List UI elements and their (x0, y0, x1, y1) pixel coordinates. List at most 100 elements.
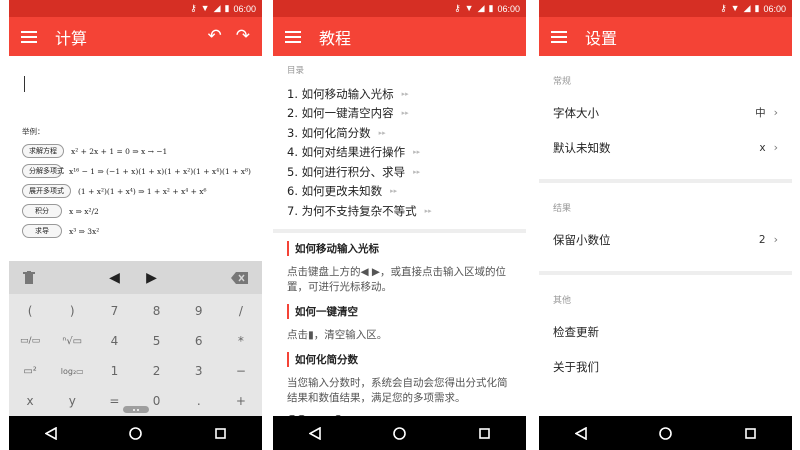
key-4[interactable]: 4 (93, 326, 135, 356)
key-3[interactable]: 3 (178, 356, 220, 386)
signal-icon: ◢ (743, 3, 751, 13)
page-title: 设置 (585, 28, 618, 48)
double-chevron-icon: ▸▸ (413, 148, 421, 157)
example-chip-integral[interactable]: 积分 (22, 204, 62, 218)
key-divide[interactable]: / (220, 296, 262, 326)
key-minus[interactable]: − (220, 356, 262, 386)
example-chip-solve[interactable]: 求解方程 (22, 144, 64, 158)
home-icon[interactable] (129, 426, 143, 440)
key-log[interactable]: log₂▭ (51, 356, 93, 386)
status-time: 06:00 (233, 3, 256, 14)
key-5[interactable]: 5 (136, 326, 178, 356)
back-icon[interactable] (309, 426, 321, 440)
toc-item-label: 7. 为何不支持复杂不等式 (287, 203, 417, 218)
cursor-right-icon[interactable]: ▶ (146, 270, 157, 286)
calc-screen: ⚷ ▼ ◢ ▮ 06:00 计算 ↶ ↷ 举例： 求解方程 x² + 2x + … (9, 0, 262, 450)
toc-item[interactable]: 7. 为何不支持复杂不等式 ▸▸ (287, 201, 512, 221)
backspace-icon[interactable] (230, 271, 248, 284)
status-bar: ⚷ ▼ ◢ ▮ 06:00 (9, 0, 262, 17)
key-multiply[interactable]: * (220, 326, 262, 356)
example-formula: x¹⁶ − 1 ⇒ (−1 + x)(1 + x)(1 + x²)(1 + x⁴… (69, 166, 251, 176)
toc-item[interactable]: 6. 如何更改未知数 ▸▸ (287, 182, 512, 202)
section-heading: 如何化简分数 (287, 352, 512, 368)
key-plus[interactable]: + (220, 386, 262, 416)
trash-icon[interactable] (23, 270, 35, 285)
setting-value: 中 › (755, 106, 778, 119)
chevron-right-icon: › (773, 106, 778, 119)
wifi-icon: ▼ (464, 3, 474, 13)
battery-icon: ▮ (224, 3, 230, 13)
key-open-paren[interactable]: ( (9, 296, 51, 326)
setting-label: 默认未知数 (553, 140, 611, 155)
setting-check-update[interactable]: 检查更新 (539, 314, 792, 349)
system-nav-bar (273, 416, 526, 450)
key-fraction[interactable]: ▭/▭ (9, 326, 51, 356)
signal-icon: ◢ (477, 3, 485, 13)
redo-icon[interactable]: ↷ (236, 28, 250, 45)
key-icon: ⚷ (454, 3, 461, 13)
double-chevron-icon: ▸▸ (413, 167, 421, 176)
system-nav-bar (9, 416, 262, 450)
example-formula: x ⇒ x²/2 (69, 206, 99, 216)
back-icon[interactable] (575, 426, 587, 440)
example-chip-expand[interactable]: 展开多项式 (22, 184, 71, 198)
key-7[interactable]: 7 (93, 296, 135, 326)
toc-item[interactable]: 2. 如何一键清空内容 ▸▸ (287, 104, 512, 124)
key-6[interactable]: 6 (178, 326, 220, 356)
key-2[interactable]: 2 (136, 356, 178, 386)
key-nth-root[interactable]: ⁿ√▭ (51, 326, 93, 356)
section-text: 点击键盘上方的◀ ▶，或直接点击输入区域的位置，可进行光标移动。 (287, 265, 506, 293)
example-row: 分解多项式 x¹⁶ − 1 ⇒ (−1 + x)(1 + x)(1 + x²)(… (22, 161, 251, 181)
example-row: 求解方程 x² + 2x + 1 = 0 ⇒ x → −1 (22, 141, 249, 161)
page-title: 计算 (55, 28, 88, 48)
key-x[interactable]: x (9, 386, 51, 416)
toc-item[interactable]: 3. 如何化简分数 ▸▸ (287, 123, 512, 143)
toc-item[interactable]: 5. 如何进行积分、求导 ▸▸ (287, 162, 512, 182)
key-y[interactable]: y (51, 386, 93, 416)
setting-label: 字体大小 (553, 105, 599, 120)
toc-item[interactable]: 4. 如何对结果进行操作 ▸▸ (287, 143, 512, 163)
setting-default-variable[interactable]: 默认未知数 x › (539, 130, 792, 165)
divider (273, 228, 526, 233)
example-formula: x³ ⇒ 3x² (69, 226, 100, 236)
keyboard-page-indicator[interactable] (122, 406, 149, 413)
chevron-right-icon: › (773, 141, 778, 154)
recent-apps-icon[interactable] (215, 427, 226, 439)
toc-item-label: 1. 如何移动输入光标 (287, 86, 394, 101)
key-dot[interactable]: . (178, 386, 220, 416)
recent-apps-icon[interactable] (479, 427, 490, 439)
recent-apps-icon[interactable] (745, 427, 756, 439)
menu-icon[interactable] (285, 30, 301, 43)
toc-item-label: 3. 如何化简分数 (287, 125, 371, 140)
example-chip-factor[interactable]: 分解多项式 (22, 164, 64, 178)
battery-icon: ▮ (754, 3, 760, 13)
menu-icon[interactable] (21, 30, 37, 43)
key-1[interactable]: 1 (93, 356, 135, 386)
undo-icon[interactable]: ↶ (208, 28, 222, 45)
home-icon[interactable] (659, 426, 673, 440)
menu-icon[interactable] (551, 30, 567, 43)
toc-item[interactable]: 1. 如何移动输入光标 ▸▸ (287, 84, 512, 104)
math-keyboard: ◀ ▶ ( ) 7 8 9 / ▭/▭ ⁿ√▭ 4 5 6 * ▭² log₂▭… (9, 261, 262, 416)
toc-item-label: 5. 如何进行积分、求导 (287, 164, 406, 179)
app-bar: 计算 ↶ ↷ (9, 17, 262, 56)
examples-panel: 举例： 求解方程 x² + 2x + 1 = 0 ⇒ x → −1 分解多项式 … (9, 126, 262, 241)
example-chip-derivative[interactable]: 求导 (22, 224, 62, 238)
status-bar: ⚷ ▼ ◢ ▮ 06:00 (273, 0, 526, 17)
setting-font-size[interactable]: 字体大小 中 › (539, 95, 792, 130)
double-chevron-icon: ▸▸ (390, 187, 398, 196)
key-8[interactable]: 8 (136, 296, 178, 326)
setting-label: 检查更新 (553, 324, 599, 339)
cursor-left-icon[interactable]: ◀ (109, 270, 120, 286)
key-9[interactable]: 9 (178, 296, 220, 326)
tutorial-screen: ⚷ ▼ ◢ ▮ 06:00 教程 目录 1. 如何移动输入光标 ▸▸ 2. 如何一… (273, 0, 526, 450)
expression-input[interactable] (9, 56, 262, 126)
setting-about[interactable]: 关于我们 (539, 349, 792, 384)
key-close-paren[interactable]: ) (51, 296, 93, 326)
back-icon[interactable] (45, 426, 57, 440)
double-chevron-icon: ▸▸ (401, 89, 409, 98)
key-power[interactable]: ▭² (9, 356, 51, 386)
home-icon[interactable] (393, 426, 407, 440)
setting-decimal-places[interactable]: 保留小数位 2 › (539, 222, 792, 257)
app-bar: 设置 (539, 17, 792, 56)
